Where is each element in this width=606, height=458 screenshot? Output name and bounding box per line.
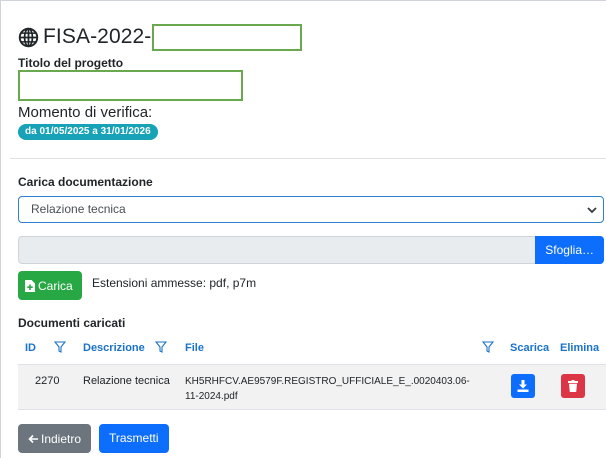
column-header-id[interactable]: ID (25, 342, 36, 354)
back-button-label: Indietro (41, 431, 82, 446)
trash-icon (568, 380, 578, 392)
filter-icon[interactable] (54, 341, 66, 353)
column-header-delete: Elimina (560, 342, 600, 354)
project-header: FISA-2022- (18, 22, 303, 52)
table-row: 2270 Relazione tecnica KH5RHFCV.AE9579F.… (18, 364, 606, 410)
column-header-description[interactable]: Descrizione (83, 342, 145, 354)
file-input[interactable]: Sfoglia… (18, 236, 604, 264)
section-divider (10, 158, 606, 159)
date-range-badge: da 01/05/2025 a 31/01/2026 (18, 124, 158, 140)
download-button[interactable] (511, 374, 535, 398)
chevron-down-icon (587, 207, 597, 214)
delete-button[interactable] (561, 374, 585, 398)
upload-button-label: Carica (38, 278, 73, 293)
row-id: 2270 (35, 375, 60, 387)
browse-button[interactable]: Sfoglia… (535, 236, 604, 264)
column-header-download: Scarica (510, 342, 550, 354)
document-type-select[interactable]: Relazione tecnica (18, 196, 604, 223)
project-code: FISA-2022- (43, 25, 152, 48)
download-icon (517, 380, 529, 392)
project-title-label: Titolo del progetto (18, 56, 124, 70)
upload-section-label: Carica documentazione (18, 175, 153, 189)
file-plus-icon (25, 279, 35, 292)
redacted-project-code (152, 23, 303, 51)
globe-icon (18, 27, 39, 47)
documents-section-label: Documenti caricati (18, 316, 126, 330)
upload-button[interactable]: Carica (18, 271, 82, 300)
document-type-value: Relazione tecnica (31, 202, 126, 216)
filter-icon[interactable] (482, 341, 494, 353)
column-header-file[interactable]: File (185, 342, 204, 354)
back-button[interactable]: Indietro (18, 424, 92, 453)
verification-label: Momento di verifica: (18, 104, 153, 121)
row-description: Relazione tecnica (83, 375, 170, 387)
submit-button[interactable]: Trasmetti (99, 424, 169, 453)
allowed-extensions-text: Estensioni ammesse: pdf, p7m (92, 276, 257, 290)
filter-icon[interactable] (155, 341, 167, 353)
row-file-name: KH5RHFCV.AE9579F.REGISTRO_UFFICIALE_E_.0… (185, 376, 470, 402)
redacted-project-title (18, 70, 243, 101)
arrow-left-icon (28, 434, 38, 443)
